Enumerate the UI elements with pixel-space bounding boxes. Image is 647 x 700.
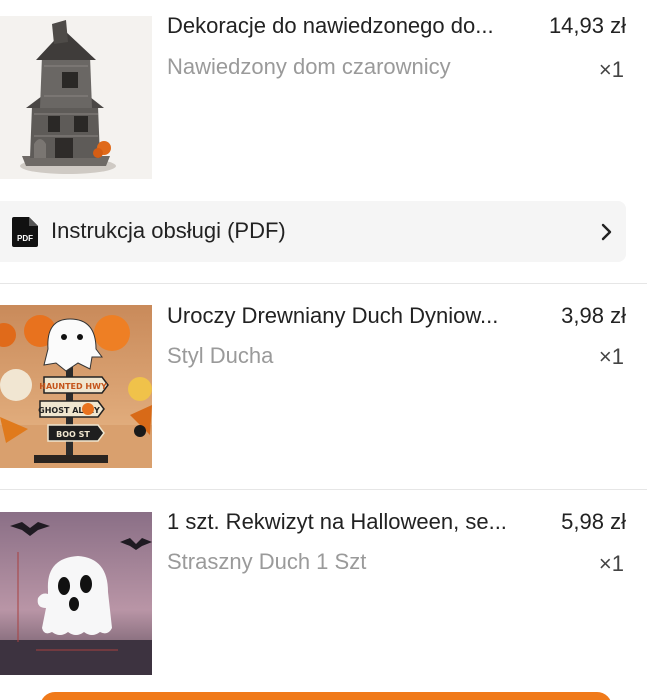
pdf-file-icon: PDF [12, 217, 38, 247]
product-price: 14,93 zł [548, 13, 626, 38]
instruction-manual-row[interactable]: PDF Instrukcja obsługi (PDF) [0, 201, 626, 262]
bottom-action-button[interactable] [40, 692, 612, 700]
svg-text:PDF: PDF [17, 234, 33, 243]
product-image-wooden-ghost[interactable]: HAUNTED HWY GHOST ALLEY BOO ST [0, 305, 152, 468]
svg-text:BOO ST: BOO ST [56, 430, 90, 439]
chevron-right-icon [601, 223, 612, 241]
product-price: 5,98 zł [561, 509, 626, 534]
svg-text:HAUNTED HWY: HAUNTED HWY [39, 382, 107, 391]
product-variant: Styl Ducha [167, 343, 274, 368]
product-title[interactable]: 1 szt. Rekwizyt na Halloween, se... [167, 509, 535, 535]
product-quantity: ×1 [598, 57, 624, 82]
product-image-ghost-prop[interactable] [0, 512, 152, 675]
cart-item-1[interactable]: Dekoracje do nawiedzonego do... 14,93 zł… [0, 0, 647, 182]
product-title[interactable]: Dekoracje do nawiedzonego do... [167, 13, 535, 39]
manual-label: Instrukcja obsługi (PDF) [51, 218, 286, 243]
product-price: 3,98 zł [561, 303, 626, 328]
product-variant: Straszny Duch 1 Szt [167, 549, 367, 574]
product-title[interactable]: Uroczy Drewniany Duch Dyniow... [167, 303, 535, 329]
cart-item-2[interactable]: HAUNTED HWY GHOST ALLEY BOO ST Uroczy Dr… [0, 284, 647, 489]
product-quantity: ×1 [598, 551, 624, 576]
product-image-haunted-house[interactable] [0, 16, 152, 179]
product-quantity: ×1 [598, 344, 624, 369]
cart-item-3[interactable]: 1 szt. Rekwizyt na Halloween, se... 5,98… [0, 490, 647, 690]
product-variant: Nawiedzony dom czarownicy [167, 54, 451, 79]
